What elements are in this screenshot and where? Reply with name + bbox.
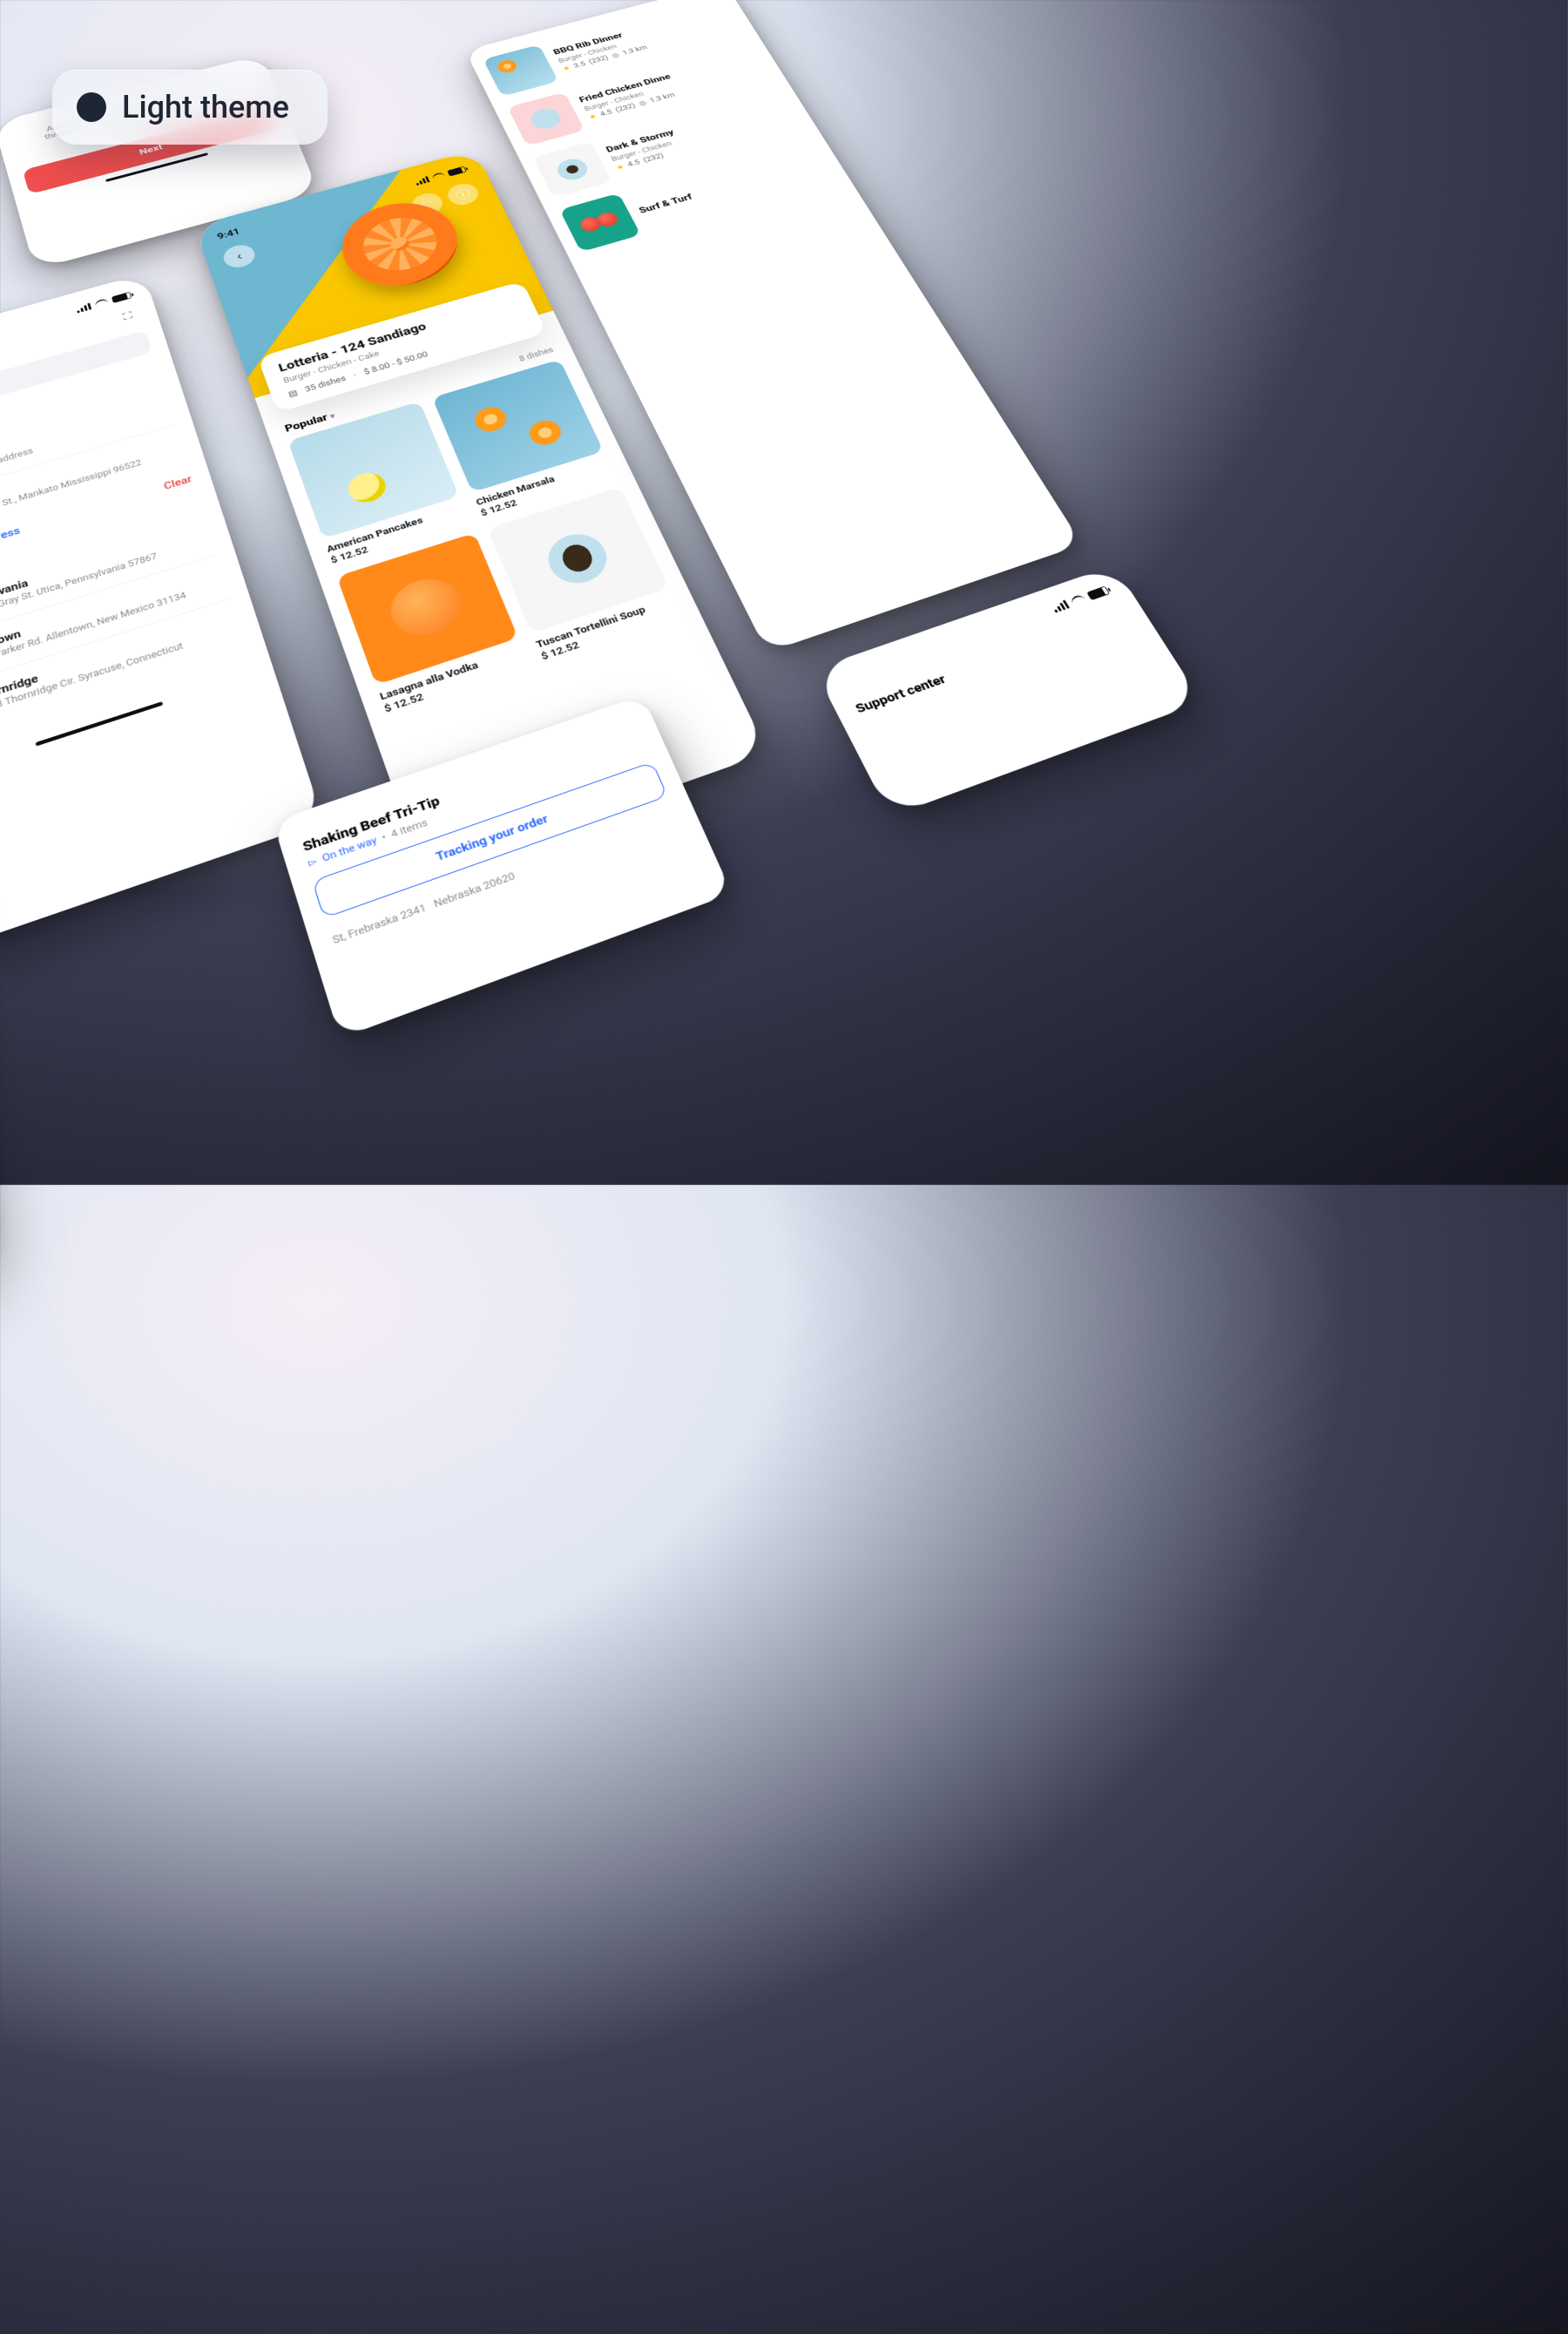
screen-tracking: Shaking Beef Tri-Tip ▻ On the way • 4 it… xyxy=(273,695,732,1038)
chevron-down-icon: ▾ xyxy=(329,411,336,420)
status-time: 9:41 xyxy=(216,227,241,241)
wifi-icon xyxy=(431,172,445,180)
theme-badge: Light theme xyxy=(52,70,328,145)
star-icon: ★ xyxy=(614,163,625,172)
pin-icon: ◍ xyxy=(610,51,620,59)
star-icon: ★ xyxy=(587,112,598,121)
map-icon[interactable]: ⛶ xyxy=(114,306,140,327)
popular-count: 8 dishes xyxy=(517,345,555,362)
back-button[interactable]: ‹ xyxy=(220,242,258,271)
menu-icon: ▤ xyxy=(287,388,299,398)
home-indicator xyxy=(35,701,163,746)
list-thumb xyxy=(559,193,641,253)
info-icon[interactable]: ⓘ xyxy=(444,180,482,208)
battery-icon xyxy=(447,166,467,177)
wifi-icon xyxy=(1070,594,1087,606)
pin-icon: ◍ xyxy=(637,98,647,106)
signal-icon xyxy=(415,176,430,186)
dish-image xyxy=(488,487,670,634)
list-thumb xyxy=(507,92,585,146)
list-thumb xyxy=(483,44,558,97)
sun-icon xyxy=(77,92,106,122)
theme-badge-label: Light theme xyxy=(122,89,289,125)
list-thumb xyxy=(533,141,612,198)
battery-icon xyxy=(112,292,132,303)
wifi-icon xyxy=(94,298,109,308)
signal-icon xyxy=(1051,600,1070,613)
signal-icon xyxy=(76,303,91,314)
route-icon: ▻ xyxy=(307,855,319,869)
dish-image xyxy=(287,402,459,539)
star-icon: ★ xyxy=(561,64,571,72)
